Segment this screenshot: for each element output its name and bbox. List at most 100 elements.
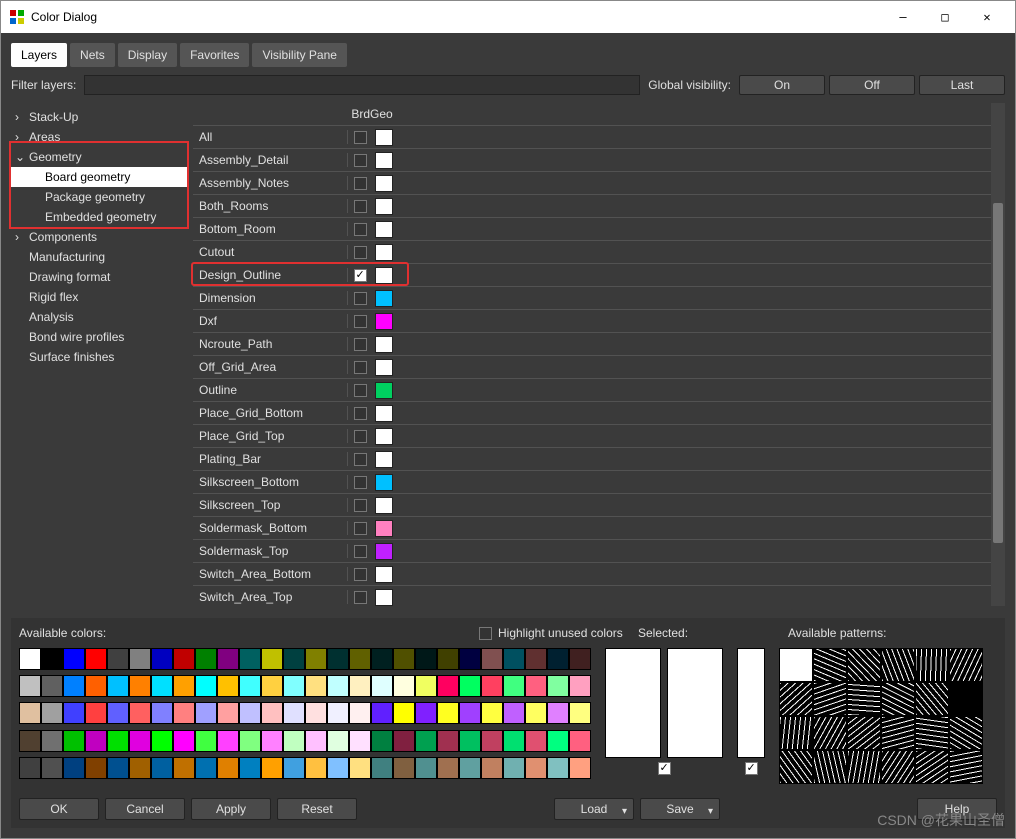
pattern-cell[interactable] xyxy=(949,682,983,716)
palette-color[interactable] xyxy=(459,648,481,670)
palette-color[interactable] xyxy=(239,730,261,752)
color-swatch[interactable] xyxy=(375,244,393,261)
visibility-checkbox[interactable] xyxy=(354,384,367,397)
visibility-checkbox[interactable] xyxy=(354,453,367,466)
palette-color[interactable] xyxy=(525,702,547,724)
visibility-checkbox[interactable] xyxy=(354,292,367,305)
tree-item-drawing-format[interactable]: Drawing format xyxy=(11,267,189,287)
palette-color[interactable] xyxy=(481,648,503,670)
palette-color[interactable] xyxy=(261,757,283,779)
palette-color[interactable] xyxy=(503,702,525,724)
palette-color[interactable] xyxy=(107,702,129,724)
palette-color[interactable] xyxy=(569,730,591,752)
grid-row[interactable]: Both_Rooms xyxy=(193,195,991,218)
pattern-cell[interactable] xyxy=(915,716,949,750)
palette-color[interactable] xyxy=(195,730,217,752)
pattern-cell[interactable] xyxy=(847,716,881,750)
palette-color[interactable] xyxy=(459,675,481,697)
palette-color[interactable] xyxy=(503,757,525,779)
palette-color[interactable] xyxy=(525,757,547,779)
color-swatch[interactable] xyxy=(375,566,393,583)
pattern-cell[interactable] xyxy=(847,682,881,716)
palette-color[interactable] xyxy=(305,648,327,670)
tab-display[interactable]: Display xyxy=(118,43,177,67)
palette-color[interactable] xyxy=(107,730,129,752)
palette-color[interactable] xyxy=(217,702,239,724)
palette-color[interactable] xyxy=(371,675,393,697)
grid-row[interactable]: Assembly_Notes xyxy=(193,172,991,195)
palette-color[interactable] xyxy=(283,648,305,670)
palette-color[interactable] xyxy=(217,648,239,670)
color-swatch[interactable] xyxy=(375,497,393,514)
visibility-checkbox[interactable] xyxy=(354,177,367,190)
palette-color[interactable] xyxy=(459,702,481,724)
tree-item-board-geometry[interactable]: Board geometry xyxy=(11,167,189,187)
visibility-checkbox[interactable] xyxy=(354,223,367,236)
palette-color[interactable] xyxy=(151,675,173,697)
palette-color[interactable] xyxy=(63,757,85,779)
scrollbar-vertical[interactable] xyxy=(991,103,1005,606)
visibility-checkbox[interactable] xyxy=(354,200,367,213)
minimize-button[interactable]: — xyxy=(883,2,923,32)
palette-color[interactable] xyxy=(129,675,151,697)
palette-color[interactable] xyxy=(327,648,349,670)
palette-color[interactable] xyxy=(217,730,239,752)
grid-row[interactable]: All xyxy=(193,126,991,149)
palette-color[interactable] xyxy=(261,675,283,697)
selected-pattern-checkbox[interactable] xyxy=(745,762,758,775)
color-palette[interactable] xyxy=(19,648,591,784)
palette-color[interactable] xyxy=(327,730,349,752)
color-swatch[interactable] xyxy=(375,428,393,445)
palette-color[interactable] xyxy=(503,675,525,697)
visibility-checkbox[interactable] xyxy=(354,246,367,259)
palette-color[interactable] xyxy=(173,757,195,779)
palette-color[interactable] xyxy=(459,730,481,752)
palette-color[interactable] xyxy=(415,757,437,779)
visibility-checkbox[interactable] xyxy=(354,131,367,144)
palette-color[interactable] xyxy=(85,648,107,670)
visibility-checkbox[interactable] xyxy=(354,361,367,374)
global-visibility-last[interactable]: Last xyxy=(919,75,1005,95)
palette-color[interactable] xyxy=(261,730,283,752)
palette-color[interactable] xyxy=(195,648,217,670)
palette-color[interactable] xyxy=(19,675,41,697)
palette-color[interactable] xyxy=(239,648,261,670)
grid-row[interactable]: Cutout xyxy=(193,241,991,264)
grid-row[interactable]: Switch_Area_Bottom xyxy=(193,563,991,586)
palette-color[interactable] xyxy=(151,648,173,670)
visibility-checkbox[interactable] xyxy=(354,269,367,282)
palette-color[interactable] xyxy=(41,648,63,670)
palette-color[interactable] xyxy=(173,675,195,697)
palette-color[interactable] xyxy=(371,757,393,779)
palette-color[interactable] xyxy=(19,702,41,724)
scroll-thumb[interactable] xyxy=(993,203,1003,543)
palette-color[interactable] xyxy=(393,757,415,779)
global-visibility-on[interactable]: On xyxy=(739,75,825,95)
tree-item-components[interactable]: ›Components xyxy=(11,227,189,247)
tree-item-manufacturing[interactable]: Manufacturing xyxy=(11,247,189,267)
visibility-checkbox[interactable] xyxy=(354,476,367,489)
palette-color[interactable] xyxy=(393,675,415,697)
color-swatch[interactable] xyxy=(375,520,393,537)
layer-grid[interactable]: BrdGeoAllAssembly_DetailAssembly_NotesBo… xyxy=(193,103,991,606)
palette-color[interactable] xyxy=(85,757,107,779)
palette-color[interactable] xyxy=(305,702,327,724)
color-swatch[interactable] xyxy=(375,474,393,491)
palette-color[interactable] xyxy=(503,730,525,752)
pattern-cell[interactable] xyxy=(949,716,983,750)
palette-color[interactable] xyxy=(129,702,151,724)
load-button[interactable]: Load xyxy=(554,798,634,820)
color-swatch[interactable] xyxy=(375,175,393,192)
color-swatch[interactable] xyxy=(375,382,393,399)
pattern-cell[interactable] xyxy=(881,750,915,784)
palette-color[interactable] xyxy=(85,675,107,697)
color-swatch[interactable] xyxy=(375,313,393,330)
pattern-cell[interactable] xyxy=(949,750,983,784)
palette-color[interactable] xyxy=(393,702,415,724)
palette-color[interactable] xyxy=(415,730,437,752)
palette-color[interactable] xyxy=(19,648,41,670)
palette-color[interactable] xyxy=(173,702,195,724)
reset-button[interactable]: Reset xyxy=(277,798,357,820)
save-button[interactable]: Save xyxy=(640,798,720,820)
category-tree[interactable]: ›Stack-Up›Areas⌄GeometryBoard geometryPa… xyxy=(11,103,189,606)
